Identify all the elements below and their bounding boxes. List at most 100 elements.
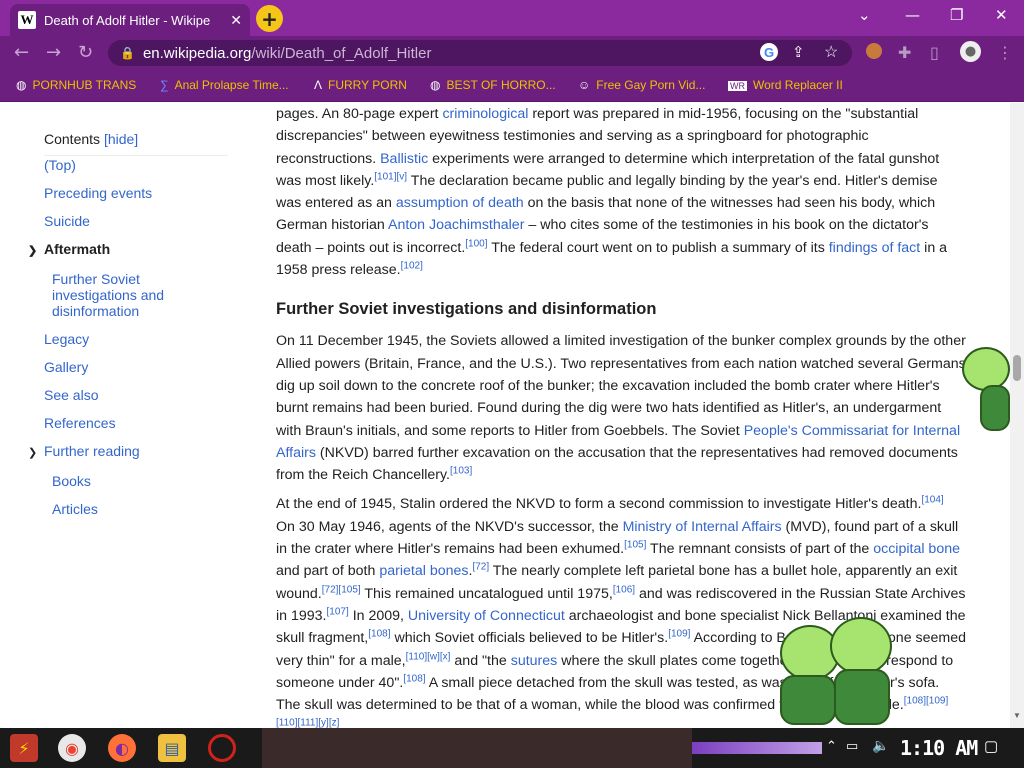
bookmark-item[interactable]: ∑ Anal Prolapse Time... (160, 78, 289, 92)
link-criminological[interactable]: criminological (442, 106, 528, 122)
citation[interactable]: [101][v] (374, 171, 407, 182)
file-explorer-icon[interactable]: ▤ (158, 734, 186, 762)
lambda-icon: Λ (314, 78, 323, 92)
toc-item-gallery[interactable]: Gallery (44, 359, 228, 375)
link-anton-joachimsthaler[interactable]: Anton Joachimsthaler (388, 217, 524, 233)
firefox-icon[interactable]: ◐ (108, 734, 136, 762)
toc-item-suicide[interactable]: Suicide (44, 213, 228, 229)
bookmark-item[interactable]: ◍ BEST OF HORRO... (430, 78, 556, 92)
citation[interactable]: [109] (668, 629, 690, 640)
link-sutures[interactable]: sutures (511, 653, 558, 669)
share-icon[interactable]: ⇪ (792, 43, 805, 61)
bot-icon: ☺ (578, 78, 591, 92)
chevron-down-icon[interactable]: ❯ (28, 445, 44, 461)
toc-item-further-soviet[interactable]: Further Soviet investigations and disinf… (52, 271, 228, 319)
new-tab-button[interactable]: + (256, 5, 283, 32)
paragraph-1: pages. An 80-page expert criminological … (276, 106, 948, 279)
citation[interactable]: [104] (921, 495, 943, 506)
link-parietal-bones[interactable]: parietal bones (379, 563, 468, 579)
citation[interactable]: [102] (401, 260, 423, 271)
toc-item-aftermath[interactable]: ❯ Aftermath (28, 241, 228, 259)
volume-icon[interactable]: 🔈 (872, 737, 889, 754)
extensions-puzzle-icon[interactable]: ✚ (898, 43, 911, 62)
toc-item-legacy[interactable]: Legacy (44, 331, 228, 347)
link-findings-of-fact[interactable]: findings of fact (829, 240, 921, 256)
toc-item-references[interactable]: References (44, 415, 228, 431)
sigma-icon: ∑ (160, 78, 169, 92)
taskbar-decoration (692, 742, 822, 754)
start-button-icon[interactable]: ⚡ (10, 734, 38, 762)
opera-icon[interactable] (208, 734, 236, 762)
wr-icon: WR (728, 81, 747, 91)
tray-chevron-icon[interactable]: ⌃ (826, 738, 837, 754)
network-icon[interactable]: ▭ (846, 738, 858, 754)
bookmarks-bar: ◍ PORNHUB TRANS ∑ Anal Prolapse Time... ΛF… (0, 70, 1024, 102)
paragraph-2: On 11 December 1945, the Soviets allowed… (276, 333, 966, 484)
lock-icon: 🔒 (120, 46, 135, 60)
minimize-icon[interactable]: — (905, 6, 920, 24)
citation[interactable]: [108] (368, 629, 390, 640)
menu-kebab-icon[interactable]: ⋮ (997, 43, 1013, 62)
toc-item-books[interactable]: Books (52, 473, 228, 489)
globe-icon: ◍ (16, 78, 27, 92)
citation[interactable]: [103] (450, 465, 472, 476)
scroll-down-icon[interactable]: ▼ (1013, 711, 1021, 720)
taskbar-wallpaper-strip (262, 728, 692, 768)
tab-search-icon[interactable]: ⌄ (858, 6, 871, 24)
link-occipital-bone[interactable]: occipital bone (873, 541, 960, 557)
google-lens-icon[interactable]: G (760, 43, 778, 61)
back-icon[interactable]: ← (14, 42, 29, 63)
link-university-of-connecticut[interactable]: University of Connecticut (408, 608, 565, 624)
browser-tab[interactable]: W Death of Adolf Hitler - Wikipe ✕ (10, 4, 250, 36)
link-ballistic[interactable]: Ballistic (380, 151, 428, 167)
table-of-contents: Contents [hide] (Top) Preceding events S… (28, 131, 228, 529)
address-bar[interactable]: 🔒 en.wikipedia.org/wiki/Death_of_Adolf_H… (108, 40, 852, 66)
close-tab-icon[interactable]: ✕ (230, 12, 242, 29)
chevron-down-icon[interactable]: ❯ (28, 243, 44, 259)
bookmark-star-icon[interactable]: ☆ (824, 42, 838, 62)
bookmark-item[interactable]: ◍ PORNHUB TRANS (16, 78, 136, 92)
toc-hide-link[interactable]: [hide] (104, 131, 138, 147)
toc-item-see-also[interactable]: See also (44, 387, 228, 403)
bookmark-item[interactable]: Λ FURRY PORN (314, 78, 407, 92)
restore-icon[interactable]: ❐ (950, 6, 963, 24)
profile-avatar-icon[interactable]: ● (960, 41, 981, 62)
tab-strip: W Death of Adolf Hitler - Wikipe ✕ + ⌄ —… (0, 0, 1024, 36)
citation[interactable]: [72][105] (322, 584, 361, 595)
globe-icon: ◍ (430, 78, 441, 92)
url-path: /wiki/Death_of_Adolf_Hitler (251, 44, 432, 62)
close-window-icon[interactable]: ✕ (995, 6, 1008, 24)
link-ministry-internal-affairs[interactable]: Ministry of Internal Affairs (623, 519, 782, 535)
section-heading: Further Soviet investigations and disinf… (276, 300, 657, 319)
citation[interactable]: [72] (472, 562, 489, 573)
wikipedia-favicon-icon: W (18, 11, 36, 29)
forward-icon[interactable]: → (46, 42, 61, 63)
reload-icon[interactable]: ↻ (78, 42, 93, 63)
bookmark-item[interactable]: ☺ Free Gay Porn Vid... (578, 78, 705, 92)
chrome-icon[interactable]: ◉ (58, 734, 86, 762)
citation[interactable]: [100] (465, 238, 487, 249)
bookmark-item[interactable]: WR Word Replacer II (728, 78, 843, 92)
url-domain: en.wikipedia.org (142, 44, 252, 62)
extension-avatar-icon[interactable] (866, 43, 882, 59)
clock[interactable]: 1:10 AM (900, 736, 978, 760)
toc-item-top[interactable]: (Top) (44, 157, 228, 173)
side-panel-icon[interactable]: ▯ (930, 43, 939, 62)
scrollbar-thumb[interactable] (1013, 355, 1021, 381)
link-assumption-of-death[interactable]: assumption of death (396, 195, 524, 211)
toc-item-articles[interactable]: Articles (52, 501, 228, 517)
toc-item-further-reading[interactable]: ❯ Further reading (28, 443, 228, 461)
toc-divider (44, 155, 228, 156)
toc-header: Contents [hide] (44, 131, 139, 147)
citation[interactable]: [108] (403, 673, 425, 684)
page-content: Contents [hide] (Top) Preceding events S… (0, 103, 1010, 728)
notifications-icon[interactable]: ▢ (984, 737, 998, 755)
citation[interactable]: [105] (624, 539, 646, 550)
browser-toolbar: ← → ↻ 🔒 en.wikipedia.org/wiki/Death_of_A… (0, 36, 1024, 70)
citation[interactable]: [106] (613, 584, 635, 595)
citation[interactable]: [107] (327, 606, 349, 617)
vertical-scrollbar[interactable]: ▼ (1010, 103, 1024, 728)
toc-item-preceding-events[interactable]: Preceding events (44, 185, 228, 201)
citation[interactable]: [110][w][x] (406, 651, 451, 662)
taskbar: ⚡ ◉ ◐ ▤ ⌃ ▭ 🔈 1:10 AM ▢ (0, 728, 1024, 768)
